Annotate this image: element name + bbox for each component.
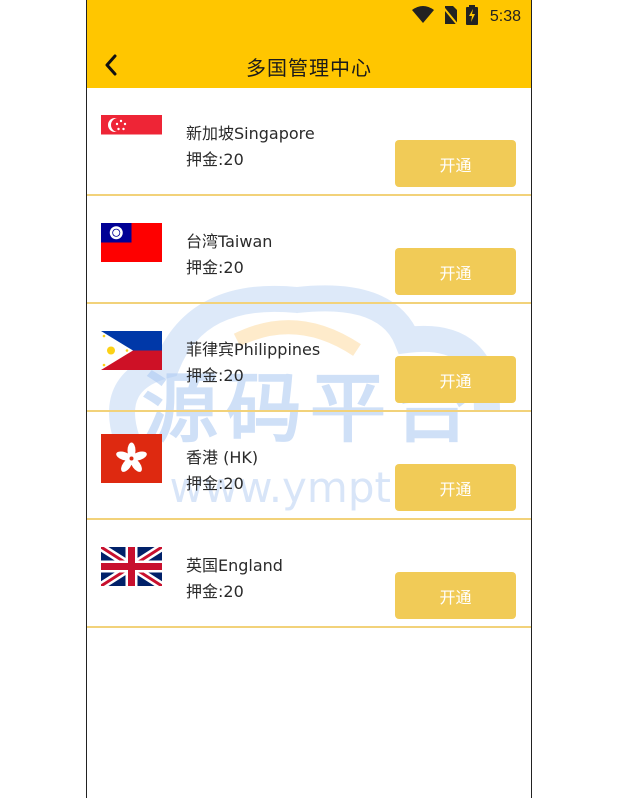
list-item: 英国England 押金:20 开通: [87, 520, 531, 628]
activate-button[interactable]: 开通: [395, 572, 516, 619]
singapore-flag-icon: [101, 115, 162, 154]
country-list: 新加坡Singapore 押金:20 开通 台湾Taiwan 押金:20 开通: [87, 88, 531, 628]
list-item: 香港 (HK) 押金:20 开通: [87, 412, 531, 520]
battery-charging-icon: [465, 5, 478, 29]
activate-button[interactable]: 开通: [395, 464, 516, 511]
hongkong-flag-icon: [101, 434, 162, 483]
activate-button[interactable]: 开通: [395, 140, 516, 187]
country-name: 新加坡Singapore: [186, 124, 315, 143]
status-time: 5:38: [489, 8, 521, 25]
country-name: 英国England: [186, 556, 283, 575]
country-name: 香港 (HK): [186, 448, 259, 467]
page-title: 多国管理中心: [246, 56, 372, 80]
app-screen: 5:38 多国管理中心 源码平台 www.ympt.cc 新加坡Singapor…: [86, 0, 532, 798]
list-item: 新加坡Singapore 押金:20 开通: [87, 88, 531, 196]
activate-button[interactable]: 开通: [395, 248, 516, 295]
deposit-text: 押金:20: [186, 150, 244, 169]
philippines-flag-icon: [101, 331, 162, 370]
deposit-text: 押金:20: [186, 582, 244, 601]
uk-flag-icon: [101, 547, 162, 586]
wifi-icon: [411, 6, 434, 28]
list-item: 菲律宾Philippines 押金:20 开通: [87, 304, 531, 412]
deposit-text: 押金:20: [186, 258, 244, 277]
taiwan-flag-icon: [101, 223, 162, 262]
app-header: 5:38 多国管理中心: [87, 0, 531, 88]
no-sim-icon: [442, 5, 458, 29]
list-item: 台湾Taiwan 押金:20 开通: [87, 196, 531, 304]
deposit-text: 押金:20: [186, 366, 244, 385]
activate-button[interactable]: 开通: [395, 356, 516, 403]
country-name: 菲律宾Philippines: [186, 340, 321, 359]
status-bar: 5:38: [411, 5, 521, 29]
country-name: 台湾Taiwan: [186, 232, 273, 251]
deposit-text: 押金:20: [186, 474, 244, 493]
